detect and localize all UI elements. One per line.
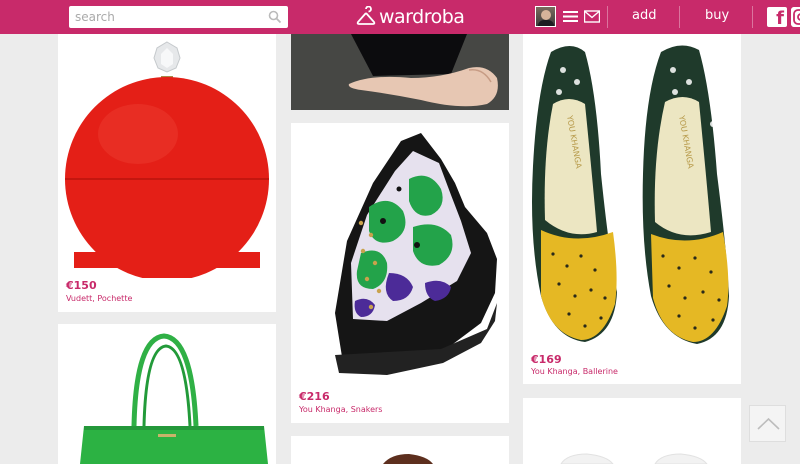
mail-icon[interactable] (584, 10, 600, 23)
product-price: €150 (66, 279, 97, 292)
product-description[interactable]: You Khanga, Snakers (299, 405, 382, 414)
product-card[interactable] (523, 398, 741, 464)
menu-icon[interactable] (563, 10, 578, 23)
red-clutch-image (58, 34, 276, 278)
user-avatar[interactable] (535, 6, 556, 27)
search-icon[interactable] (268, 10, 282, 24)
search-input[interactable] (69, 6, 259, 28)
loafers-image: YOU KHANGA YOU KHANGA (532, 45, 729, 345)
buy-link[interactable]: buy (705, 8, 729, 23)
wardroba-logo[interactable]: wardroba (355, 4, 465, 30)
white-shoe-image (560, 453, 708, 464)
product-card[interactable]: YOU KHANGA YOU KHANGA €169 You Khanga, B… (523, 34, 741, 384)
brown-shoe-image (383, 454, 433, 464)
product-card[interactable]: €150 Vudett, Pochette (58, 34, 276, 312)
instagram-icon[interactable] (791, 7, 800, 27)
facebook-icon[interactable]: f (767, 7, 787, 29)
product-description[interactable]: Vudett, Pochette (66, 294, 132, 303)
product-price: €216 (299, 390, 330, 403)
product-price: €169 (531, 353, 562, 366)
search-box[interactable] (69, 6, 288, 28)
nav-divider (607, 6, 608, 28)
nav-divider (679, 6, 680, 28)
product-card[interactable]: €216 You Khanga, Snakers (291, 123, 509, 423)
product-description[interactable]: You Khanga, Ballerine (531, 367, 618, 376)
black-bag-hand-image (291, 34, 509, 110)
product-card[interactable] (291, 436, 509, 464)
nav-divider (752, 6, 753, 28)
product-card[interactable] (291, 34, 509, 110)
logo-text: wardroba (379, 6, 465, 28)
scroll-to-top-button[interactable] (749, 405, 786, 442)
hanger-logo-icon (356, 6, 376, 25)
top-navigation-bar: wardroba add buy f (0, 0, 800, 34)
sneaker-image (335, 133, 497, 375)
chevron-up-icon (757, 417, 780, 430)
product-card[interactable] (58, 324, 276, 464)
avatar-face (541, 10, 551, 20)
green-tote-image (80, 333, 268, 464)
add-link[interactable]: add (632, 8, 656, 23)
avatar-body (538, 20, 554, 26)
